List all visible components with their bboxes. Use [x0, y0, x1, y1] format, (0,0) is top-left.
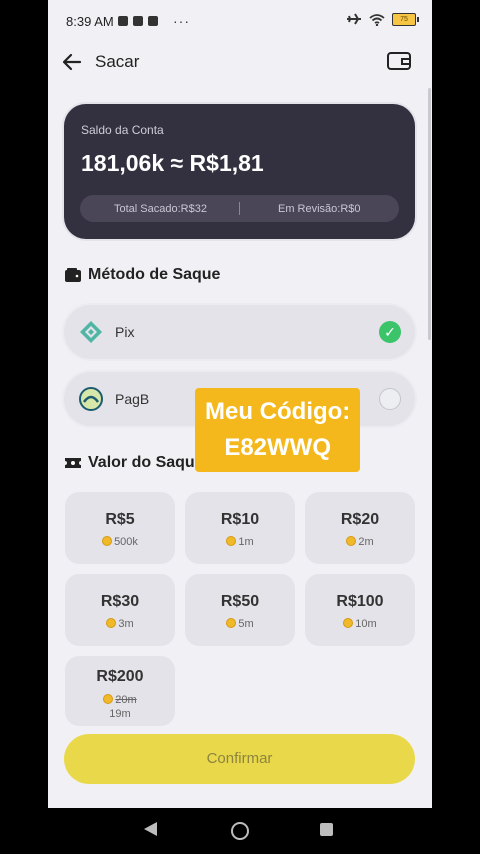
page-title: Sacar [95, 52, 140, 71]
more-notifications-icon: ··· [173, 13, 190, 29]
status-bar: 8:39 AM ··· 75 [48, 0, 432, 42]
wifi-icon [369, 13, 385, 26]
amount-option-10[interactable]: R$10 1m [185, 492, 295, 564]
confirm-button[interactable]: Confirmar [64, 734, 415, 784]
amount-value: R$200 [96, 668, 144, 685]
scrollbar[interactable] [428, 88, 431, 340]
pix-icon [80, 321, 102, 343]
coin-icon [346, 536, 357, 546]
method-label-pix: Pix [115, 324, 135, 340]
app-screen: 8:39 AM ··· 75 Sacar Saldo da Conta 181,… [48, 0, 432, 808]
nav-recents-icon[interactable] [320, 823, 333, 836]
amount-value: R$100 [336, 593, 384, 610]
amount-coins: 1m [185, 536, 295, 548]
divider [239, 202, 240, 215]
method-option-pix[interactable]: Pix ✓ [64, 305, 415, 359]
wallet-small-icon [65, 268, 81, 282]
amount-option-50[interactable]: R$50 5m [185, 574, 295, 646]
overlay-line2: E82WWQ [224, 434, 331, 461]
amount-value: R$50 [220, 593, 260, 610]
amount-option-30[interactable]: R$30 3m [65, 574, 175, 646]
amount-section-title: Valor do Saque [64, 454, 204, 472]
amount-value: R$30 [100, 593, 140, 610]
coins-text: 10m [355, 618, 377, 630]
back-arrow-icon[interactable] [60, 50, 84, 74]
amount-value: R$10 [220, 511, 260, 528]
amount-coins-original: 20m [65, 694, 175, 706]
method-label-pagbank: PagB [115, 391, 150, 407]
amount-coins: 2m [305, 536, 415, 548]
coins-text: 5m [238, 618, 254, 630]
pagbank-icon [79, 387, 103, 411]
amount-coins-discount: 19m [109, 708, 131, 720]
ticket-icon [65, 458, 81, 468]
coin-icon [102, 536, 113, 546]
amount-option-5[interactable]: R$5 500k [65, 492, 175, 564]
coin-icon [343, 618, 354, 628]
status-time: 8:39 AM [66, 14, 114, 29]
balance-card: Saldo da Conta 181,06k ≈ R$1,81 Total Sa… [64, 104, 415, 239]
battery-icon: 75 [392, 12, 419, 26]
balance-summary-pill: Total Sacado:R$32 Em Revisão:R$0 [80, 195, 399, 222]
referral-code-overlay: Meu Código: E82WWQ [195, 388, 361, 472]
amount-title-text: Valor do Saque [88, 454, 204, 471]
status-icons-right: 75 [346, 12, 419, 26]
coin-icon [106, 618, 117, 628]
coins-text: 3m [118, 618, 134, 630]
coins-text: 500k [114, 536, 138, 548]
airplane-icon [347, 13, 361, 25]
amount-coins: 3m [65, 618, 175, 630]
under-review: Em Revisão:R$0 [278, 203, 361, 215]
shield-icon [118, 16, 128, 26]
amount-option-200[interactable]: R$200 20m 19m [65, 656, 175, 726]
nav-back-icon[interactable] [144, 822, 157, 836]
top-bar: Sacar [48, 42, 432, 82]
coins-text: 1m [238, 536, 254, 548]
coin-icon [226, 618, 237, 628]
coin-icon [226, 536, 237, 546]
coins-text: 2m [358, 536, 374, 548]
bag-icon [148, 16, 158, 26]
amount-option-20[interactable]: R$20 2m [305, 492, 415, 564]
amount-coins: 5m [185, 618, 295, 630]
balance-label: Saldo da Conta [81, 123, 164, 137]
status-icons-left: ··· [118, 13, 190, 29]
coin-icon [103, 694, 114, 704]
radio-unselected[interactable] [379, 388, 401, 410]
total-withdrawn: Total Sacado:R$32 [114, 203, 207, 215]
nav-home-icon[interactable] [231, 822, 249, 840]
video-icon [133, 16, 143, 26]
method-section-title: Método de Saque [64, 266, 220, 284]
amount-option-100[interactable]: R$100 10m [305, 574, 415, 646]
amount-coins: 500k [65, 536, 175, 548]
method-title-text: Método de Saque [88, 266, 221, 283]
coins-text-strike: 20m [115, 694, 137, 706]
overlay-line1: Meu Código: [205, 398, 351, 425]
amount-value: R$5 [105, 511, 135, 528]
wallet-icon[interactable] [386, 50, 412, 72]
balance-amount: 181,06k ≈ R$1,81 [81, 150, 264, 176]
amount-value: R$20 [340, 511, 380, 528]
checkmark-icon: ✓ [379, 321, 401, 343]
amount-coins: 10m [305, 618, 415, 630]
